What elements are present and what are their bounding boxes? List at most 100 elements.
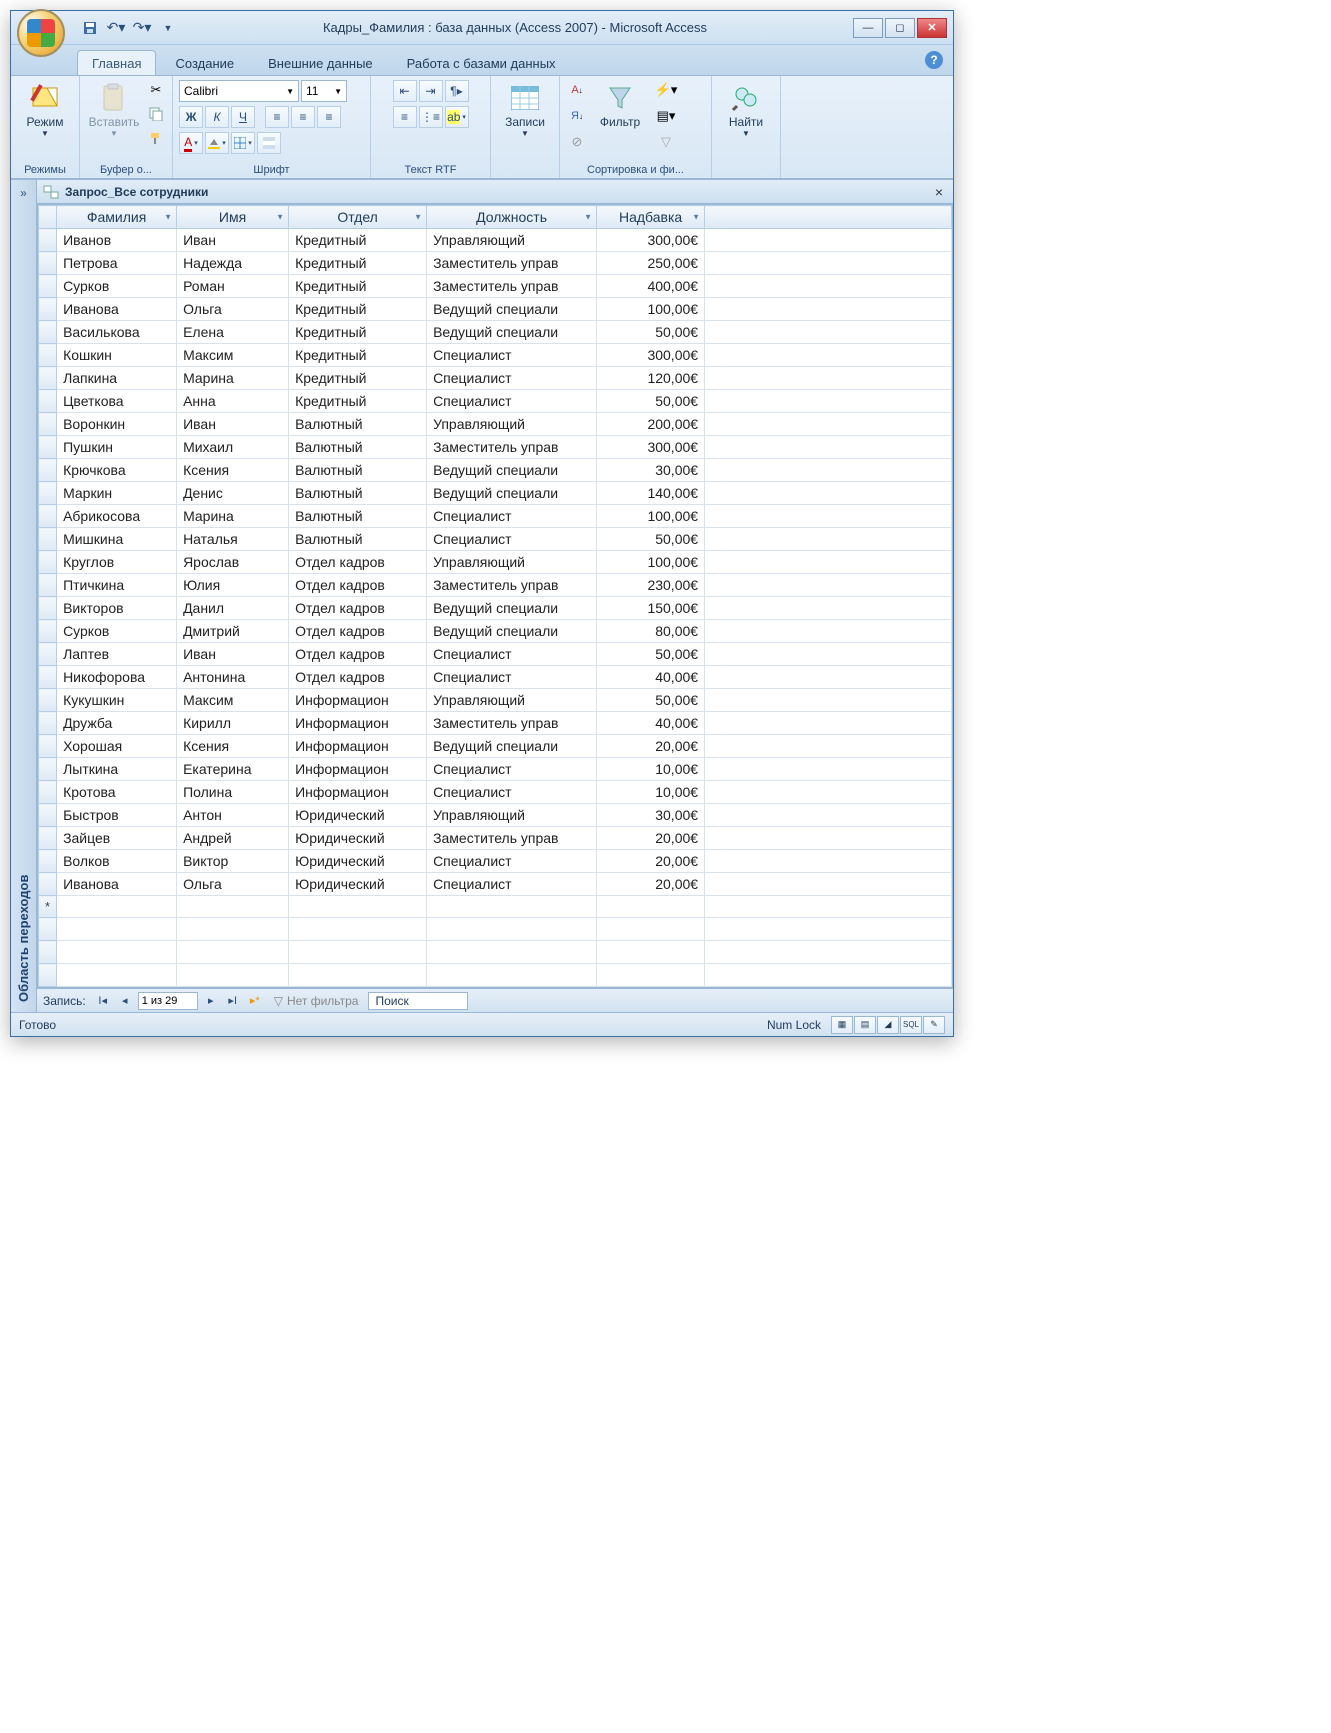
cell[interactable]: Специалист [427, 367, 597, 390]
cell[interactable]: Кукушкин [57, 689, 177, 712]
row-selector[interactable] [39, 436, 57, 459]
row-selector[interactable] [39, 229, 57, 252]
cell[interactable]: 150,00€ [597, 597, 705, 620]
cell[interactable]: Юлия [177, 574, 289, 597]
cell[interactable]: 100,00€ [597, 298, 705, 321]
toggle-filter-button[interactable]: ▽ [652, 132, 680, 152]
cell[interactable]: Екатерина [177, 758, 289, 781]
cell[interactable]: Сурков [57, 620, 177, 643]
row-selector[interactable] [39, 827, 57, 850]
bullets-button[interactable]: ⋮≡ [419, 106, 443, 128]
sort-desc-button[interactable]: Я↓ [566, 106, 588, 126]
table-row[interactable]: ЛыткинаЕкатеринаИнформационСпециалист10,… [39, 758, 952, 781]
cell[interactable]: Управляющий [427, 413, 597, 436]
row-selector[interactable] [39, 574, 57, 597]
cut-icon[interactable]: ✂ [146, 80, 166, 100]
cell[interactable]: 30,00€ [597, 459, 705, 482]
cell[interactable]: 50,00€ [597, 643, 705, 666]
cell[interactable]: Заместитель управ [427, 827, 597, 850]
cell[interactable]: Валютный [289, 436, 427, 459]
cell[interactable]: Заместитель управ [427, 252, 597, 275]
cell[interactable]: Заместитель управ [427, 574, 597, 597]
cell[interactable]: Круглов [57, 551, 177, 574]
table-row[interactable]: ПетроваНадеждаКредитныйЗаместитель управ… [39, 252, 952, 275]
cell[interactable]: 300,00€ [597, 436, 705, 459]
cell[interactable]: Специалист [427, 758, 597, 781]
cell[interactable] [705, 321, 952, 344]
cell[interactable]: Анна [177, 390, 289, 413]
cell[interactable]: Никофорова [57, 666, 177, 689]
cell[interactable]: Полина [177, 781, 289, 804]
cell[interactable]: Управляющий [427, 804, 597, 827]
cell[interactable]: Кредитный [289, 252, 427, 275]
cell[interactable] [705, 643, 952, 666]
cell[interactable]: 50,00€ [597, 689, 705, 712]
cell[interactable]: Наталья [177, 528, 289, 551]
cell[interactable]: Лапкина [57, 367, 177, 390]
cell[interactable]: 40,00€ [597, 712, 705, 735]
cell[interactable] [705, 229, 952, 252]
cell[interactable] [705, 712, 952, 735]
table-row[interactable]: КрючковаКсенияВалютныйВедущий специали30… [39, 459, 952, 482]
last-record-button[interactable]: ▸I [224, 992, 242, 1010]
table-row[interactable]: КукушкинМаксимИнформационУправляющий50,0… [39, 689, 952, 712]
cell[interactable]: Специалист [427, 528, 597, 551]
datasheet-grid[interactable]: Фамилия▼ Имя▼ Отдел▼ Должность▼ Надбавка… [37, 204, 953, 988]
redo-icon[interactable]: ↷▾ [133, 19, 151, 37]
qat-customize-icon[interactable]: ▼ [159, 19, 177, 37]
cell[interactable]: Иванова [57, 873, 177, 896]
cell[interactable]: Валютный [289, 413, 427, 436]
clear-sort-button[interactable]: ⊘ [566, 132, 588, 152]
cell[interactable]: Абрикосова [57, 505, 177, 528]
cell[interactable]: Специалист [427, 505, 597, 528]
column-header[interactable]: Фамилия▼ [57, 206, 177, 229]
row-selector[interactable] [39, 482, 57, 505]
cell[interactable]: Викторов [57, 597, 177, 620]
table-row[interactable]: НикофороваАнтонинаОтдел кадровСпециалист… [39, 666, 952, 689]
cell[interactable] [705, 298, 952, 321]
row-selector[interactable] [39, 321, 57, 344]
navpane-label[interactable]: Область переходов [16, 206, 31, 1012]
view-button[interactable]: Режим▼ [17, 80, 73, 140]
maximize-button[interactable]: ◻ [885, 18, 915, 38]
cell[interactable]: Кредитный [289, 321, 427, 344]
table-row[interactable]: ИвановИванКредитныйУправляющий300,00€ [39, 229, 952, 252]
cell[interactable]: Зайцев [57, 827, 177, 850]
cell[interactable] [705, 666, 952, 689]
alt-row-color-button[interactable] [257, 132, 281, 154]
cell[interactable]: Ведущий специали [427, 597, 597, 620]
cell[interactable]: Мишкина [57, 528, 177, 551]
cell[interactable]: Специалист [427, 781, 597, 804]
cell[interactable]: 50,00€ [597, 321, 705, 344]
cell[interactable]: 50,00€ [597, 528, 705, 551]
cell[interactable]: Юридический [289, 850, 427, 873]
cell[interactable]: Антон [177, 804, 289, 827]
row-selector[interactable] [39, 344, 57, 367]
row-selector[interactable] [39, 689, 57, 712]
table-row[interactable]: ВолковВикторЮридическийСпециалист20,00€ [39, 850, 952, 873]
tab-database-tools[interactable]: Работа с базами данных [392, 50, 571, 75]
cell[interactable] [705, 413, 952, 436]
decrease-indent-button[interactable]: ⇤ [393, 80, 417, 102]
cell[interactable]: Ведущий специали [427, 459, 597, 482]
column-header[interactable]: Имя▼ [177, 206, 289, 229]
document-close-button[interactable]: × [931, 184, 947, 200]
cell[interactable]: Ведущий специали [427, 321, 597, 344]
column-dropdown-icon[interactable]: ▼ [692, 213, 700, 222]
cell[interactable]: Информацион [289, 712, 427, 735]
row-selector[interactable] [39, 597, 57, 620]
cell[interactable]: Специалист [427, 344, 597, 367]
cell[interactable]: Ольга [177, 298, 289, 321]
table-row[interactable]: ЛапкинаМаринаКредитныйСпециалист120,00€ [39, 367, 952, 390]
cell[interactable] [705, 597, 952, 620]
gridlines-button[interactable] [231, 132, 255, 154]
cell[interactable]: Кротова [57, 781, 177, 804]
row-selector[interactable] [39, 505, 57, 528]
cell[interactable] [705, 275, 952, 298]
cell[interactable]: Цветкова [57, 390, 177, 413]
cell[interactable]: Елена [177, 321, 289, 344]
cell[interactable]: Заместитель управ [427, 436, 597, 459]
cell[interactable]: 400,00€ [597, 275, 705, 298]
row-selector[interactable] [39, 528, 57, 551]
cell[interactable] [705, 574, 952, 597]
